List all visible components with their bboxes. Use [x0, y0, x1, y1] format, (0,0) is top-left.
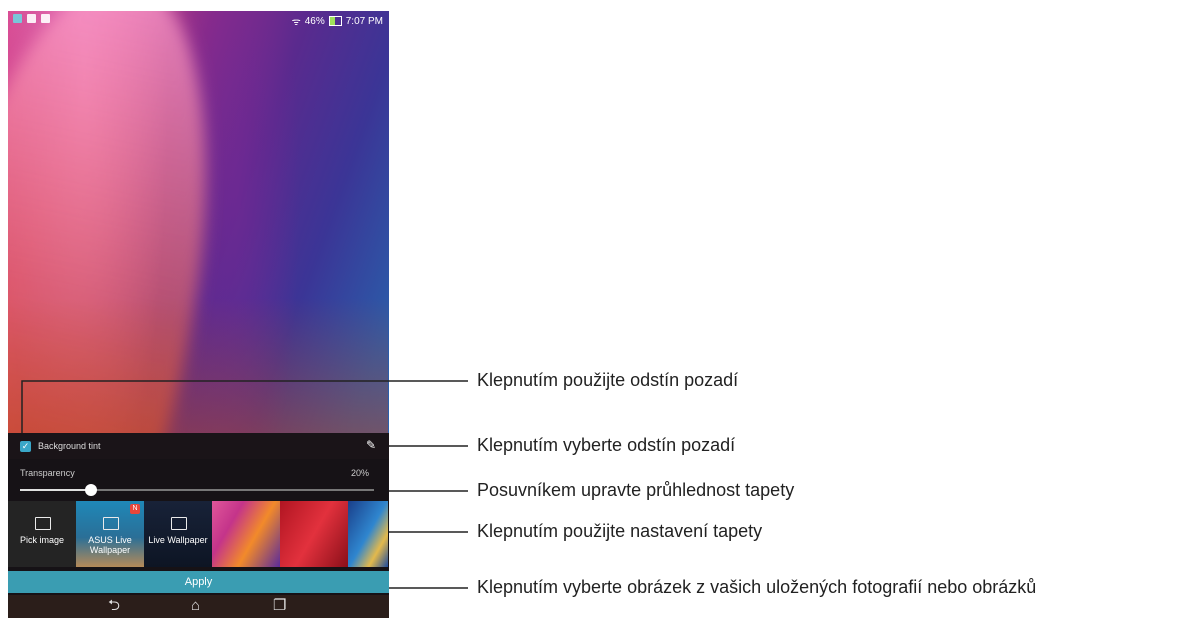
new-badge: N	[130, 504, 140, 514]
notification-icons	[13, 14, 50, 23]
transparency-slider[interactable]	[20, 484, 374, 496]
background-tint-checkbox[interactable]: ✓	[20, 441, 31, 452]
wallpaper-thumb-2[interactable]	[280, 501, 348, 567]
app-notification-icon	[13, 14, 22, 23]
slider-thumb[interactable]	[84, 484, 97, 496]
image-icon	[171, 517, 187, 530]
callout-transparency: Posuvníkem upravte průhlednost tapety	[477, 480, 795, 500]
wallpaper-thumb-1[interactable]	[212, 501, 280, 567]
background-tint-row: ✓ Background tint ✎	[8, 433, 389, 459]
clock: 7:07 PM	[345, 15, 383, 27]
wifi-icon: ᯤ	[291, 17, 301, 28]
status-indicators: ᯤ 46% 7:07 PM	[291, 14, 383, 29]
battery-percent: 46%	[304, 15, 325, 27]
wallpaper-thumbnails: Pick image N ASUS Live Wallpaper Live Wa…	[8, 501, 389, 567]
transparency-value: 20%	[350, 468, 369, 478]
wallpaper-settings-panel: ✓ Background tint ✎ Transparency 20% Pic…	[8, 433, 389, 618]
background-tint-label: Background tint	[38, 441, 101, 451]
callout-select-tint: Klepnutím vyberte odstín pozadí	[477, 435, 736, 455]
callout-apply-wallpaper: Klepnutím použijte nastavení tapety	[477, 521, 763, 541]
back-icon[interactable]: ⮌	[108, 597, 120, 615]
pen-icon[interactable]: ✎	[366, 439, 378, 451]
asus-live-wallpaper-label: ASUS Live Wallpaper	[88, 535, 132, 555]
navigation-bar: ⮌ ⌂ ❐	[8, 595, 389, 618]
asus-live-wallpaper-thumb[interactable]: N ASUS Live Wallpaper	[76, 501, 144, 567]
recents-icon[interactable]: ❐	[273, 597, 286, 615]
mail-notification-icon	[27, 14, 36, 23]
home-icon[interactable]: ⌂	[191, 597, 200, 615]
slider-fill	[20, 489, 91, 491]
wallpaper-thumb-3[interactable]	[348, 501, 388, 567]
callout-pick-image: Klepnutím vyberte obrázek z vašich ulože…	[477, 577, 1037, 597]
store-notification-icon	[41, 14, 50, 23]
pick-image-label: Pick image	[19, 535, 64, 545]
status-bar: ᯤ 46% 7:07 PM	[8, 11, 389, 31]
callout-apply-tint: Klepnutím použijte odstín pozadí	[477, 370, 739, 390]
apply-button[interactable]: Apply	[8, 571, 389, 593]
image-icon	[103, 517, 119, 530]
live-wallpaper-label: Live Wallpaper	[148, 535, 208, 545]
battery-icon	[328, 16, 342, 26]
pick-image-thumb[interactable]: Pick image	[8, 501, 76, 567]
transparency-label: Transparency	[20, 468, 75, 478]
image-icon	[35, 517, 51, 530]
live-wallpaper-thumb[interactable]: Live Wallpaper	[144, 501, 212, 567]
